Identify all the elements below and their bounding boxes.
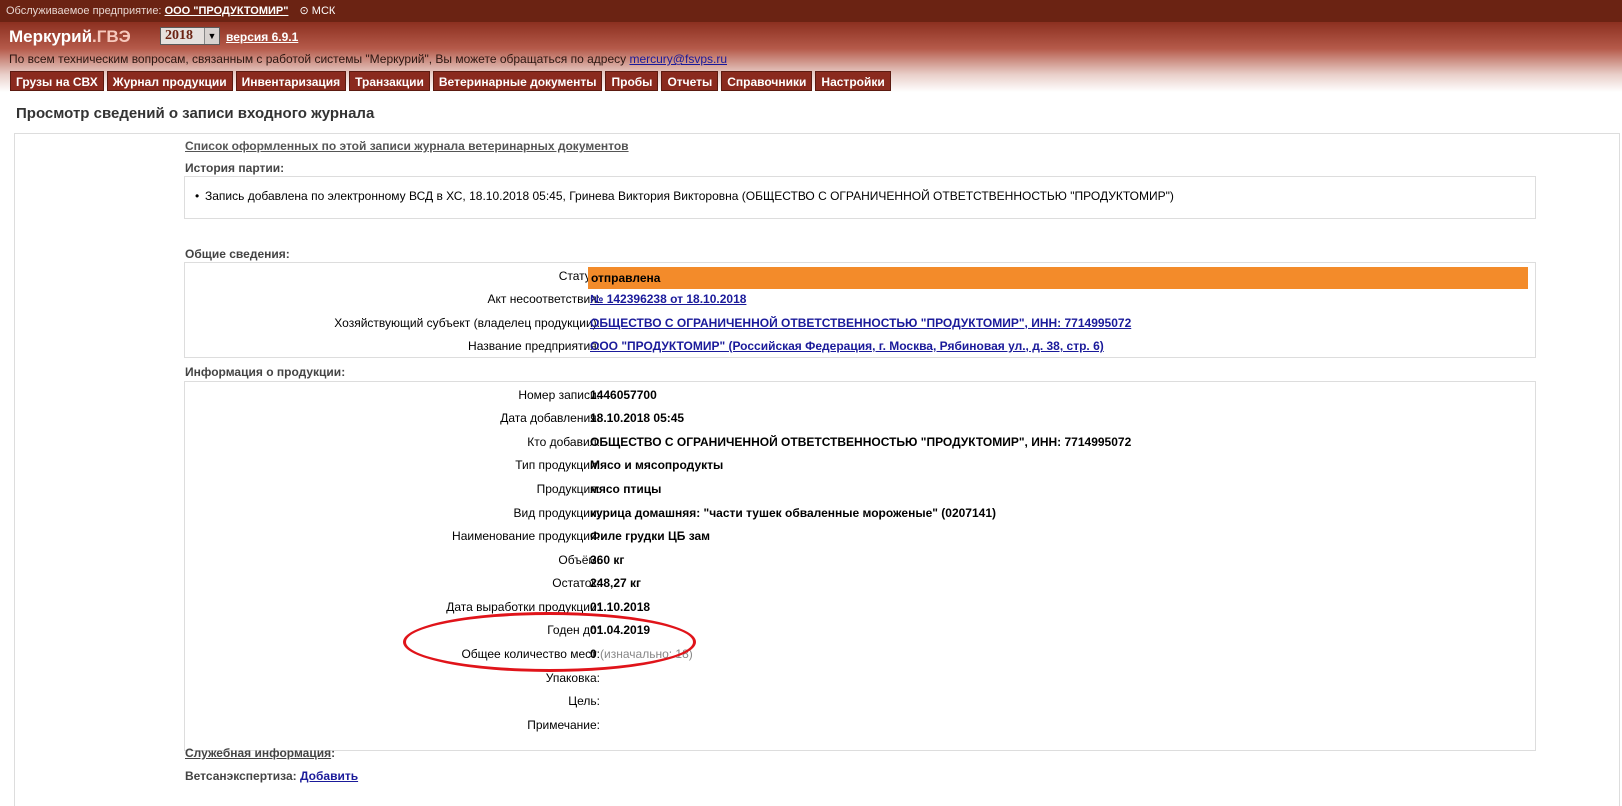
vetexam-row: Ветсанэкспертиза: Добавить <box>185 769 358 783</box>
type-value: Мясо и мясопродукты <box>590 458 724 472</box>
act-label: Акт несоответствия: <box>487 292 600 306</box>
top-bar: Обслуживаемое предприятие: ООО "ПРОДУКТО… <box>0 0 1622 22</box>
places-value: 0 <box>590 647 597 661</box>
record-no-label: Номер записи: <box>518 388 600 402</box>
product-row: Дата выработки продукции: 01.10.2018 <box>185 596 1535 618</box>
header: Меркурий.ГВЭ 2018 ▼ версия 6.9.1 По всем… <box>0 22 1622 92</box>
purpose-label: Цель: <box>568 694 600 708</box>
added-by-label: Кто добавил: <box>527 435 600 449</box>
year-value: 2018 <box>165 28 193 43</box>
package-label: Упаковка: <box>545 671 600 685</box>
enterprise-label: Обслуживаемое предприятие: <box>6 5 162 17</box>
bullet-icon: • <box>195 189 200 203</box>
enterprise-row: Название предприятия: ООО "ПРОДУКТОМИР" … <box>185 335 1535 357</box>
status-label: Статус: <box>558 269 600 283</box>
status-badge: отправлена <box>588 267 1528 289</box>
remain-label: Остаток: <box>552 576 600 590</box>
support-email-link[interactable]: mercury@fsvps.ru <box>629 52 727 66</box>
product-heading: Информация о продукции: <box>185 365 346 379</box>
support-text: По всем техническим вопросам, связанным … <box>9 52 727 66</box>
tab-svh[interactable]: Грузы на СВХ <box>10 71 104 91</box>
tab-transactions[interactable]: Транзакции <box>349 71 430 91</box>
volume-label: Объём: <box>558 553 600 567</box>
history-item: • Запись добавлена по электронному ВСД в … <box>195 189 1174 203</box>
product-row: Кто добавил: ОБЩЕСТВО С ОГРАНИЧЕННОЙ ОТВЕ… <box>185 431 1535 453</box>
history-item-text: Запись добавлена по электронному ВСД в Х… <box>205 189 1174 203</box>
logo-main: Меркурий <box>9 27 93 46</box>
note-label: Примечание: <box>527 718 600 732</box>
product-row: Упаковка: <box>185 667 1535 689</box>
app-logo: Меркурий.ГВЭ <box>9 27 131 47</box>
vetexam-label: Ветсанэкспертиза: <box>185 769 297 783</box>
date-added-value: 18.10.2018 05:45 <box>590 411 685 425</box>
name-value: Филе грудки ЦБ зам <box>590 529 711 543</box>
product-row: Продукция: мясо птицы <box>185 478 1535 500</box>
product-row: Тип продукции: Мясо и мясопродукты <box>185 454 1535 476</box>
prod-date-value: 01.10.2018 <box>590 600 651 614</box>
history-heading: История партии: <box>185 161 285 175</box>
service-info: Служебная информация: <box>185 746 335 760</box>
product-row: Примечание: <box>185 714 1535 736</box>
tab-references[interactable]: Справочники <box>721 71 813 91</box>
enterprise-name-link[interactable]: ООО "ПРОДУКТОМИР" (Российская Федерация,… <box>590 339 1104 353</box>
date-added-label: Дата добавления: <box>500 411 600 425</box>
page-title: Просмотр сведений о записи входного журн… <box>16 105 375 122</box>
general-box: Статус: отправлена Акт несоответствия: №… <box>184 262 1536 358</box>
main-nav: Грузы на СВХ Журнал продукции Инвентариз… <box>10 71 891 91</box>
logo-sub: .ГВЭ <box>92 27 131 46</box>
kind-label: Вид продукции: <box>513 506 601 520</box>
expiry-label: Годен до: <box>547 623 600 637</box>
clock-icon: ⊙ <box>299 5 309 17</box>
product-row: Общее количество мест: 0 (изначально: 18) <box>185 643 1535 665</box>
product-box: Номер записи: 1446057700 Дата добавления:… <box>184 381 1536 751</box>
name-label: Наименование продукции: <box>452 529 600 543</box>
year-select[interactable]: 2018 ▼ <box>160 27 220 45</box>
tab-vet-documents[interactable]: Ветеринарные документы <box>432 71 603 91</box>
general-heading: Общие сведения: <box>185 247 290 261</box>
owner-link[interactable]: ОБЩЕСТВО С ОГРАНИЧЕННОЙ ОТВЕТСТВЕННОСТЬЮ… <box>590 316 1131 330</box>
volume-value: 360 кг <box>590 553 625 567</box>
expiry-value: 01.04.2019 <box>590 623 651 637</box>
service-info-link[interactable]: Служебная информация <box>185 746 331 760</box>
type-label: Тип продукции: <box>515 458 600 472</box>
product-row: Годен до: 01.04.2019 <box>185 619 1535 641</box>
history-box: • Запись добавлена по электронному ВСД в … <box>184 176 1536 219</box>
vet-docs-link[interactable]: Список оформленных по этой записи журнал… <box>185 139 629 153</box>
product-row: Цель: <box>185 690 1535 712</box>
product-row: Объём: 360 кг <box>185 549 1535 571</box>
vetexam-add-link[interactable]: Добавить <box>300 769 358 783</box>
prod-date-label: Дата выработки продукции: <box>446 600 600 614</box>
service-info-colon: : <box>331 746 336 760</box>
enterprise-name-label: Название предприятия: <box>468 339 600 353</box>
enterprise-link[interactable]: ООО "ПРОДУКТОМИР" <box>165 5 289 17</box>
content-panel: Список оформленных по этой записи журнал… <box>14 133 1620 806</box>
owner-label: Хозяйствующий субъект (владелец продукци… <box>334 316 600 330</box>
product-row: Вид продукции: курица домашняя: "части ту… <box>185 502 1535 524</box>
places-label: Общее количество мест: <box>461 647 600 661</box>
kind-value: курица домашняя: "части тушек обваленные… <box>590 506 996 520</box>
product-row: Дата добавления: 18.10.2018 05:45 <box>185 407 1535 429</box>
places-initial: (изначально: 18) <box>600 647 693 661</box>
timezone-label: МСК <box>311 5 336 17</box>
tab-reports[interactable]: Отчеты <box>661 71 719 91</box>
support-message: По всем техническим вопросам, связанным … <box>9 52 627 66</box>
product-row: Наименование продукции: Филе грудки ЦБ за… <box>185 525 1535 547</box>
record-no-value: 1446057700 <box>590 388 657 402</box>
remain-value: 248,27 кг <box>590 576 642 590</box>
chevron-down-icon[interactable]: ▼ <box>204 28 219 44</box>
status-row: Статус: отправлена <box>185 265 1535 289</box>
act-link[interactable]: № 142396238 от 18.10.2018 <box>590 292 746 306</box>
tab-samples[interactable]: Пробы <box>605 71 659 91</box>
tab-inventory[interactable]: Инвентаризация <box>235 71 347 91</box>
tab-product-journal[interactable]: Журнал продукции <box>106 71 233 91</box>
act-row: Акт несоответствия: № 142396238 от 18.10… <box>185 288 1535 310</box>
product-row: Номер записи: 1446057700 <box>185 384 1535 406</box>
added-by-value: ОБЩЕСТВО С ОГРАНИЧЕННОЙ ОТВЕТСТВЕННОСТЬЮ… <box>590 435 1132 449</box>
product-value: мясо птицы <box>590 482 662 496</box>
owner-row: Хозяйствующий субъект (владелец продукци… <box>185 312 1535 334</box>
tab-settings[interactable]: Настройки <box>815 71 891 91</box>
version-link[interactable]: версия 6.9.1 <box>226 30 298 44</box>
product-row: Остаток: 248,27 кг <box>185 572 1535 594</box>
product-label: Продукция: <box>536 482 600 496</box>
